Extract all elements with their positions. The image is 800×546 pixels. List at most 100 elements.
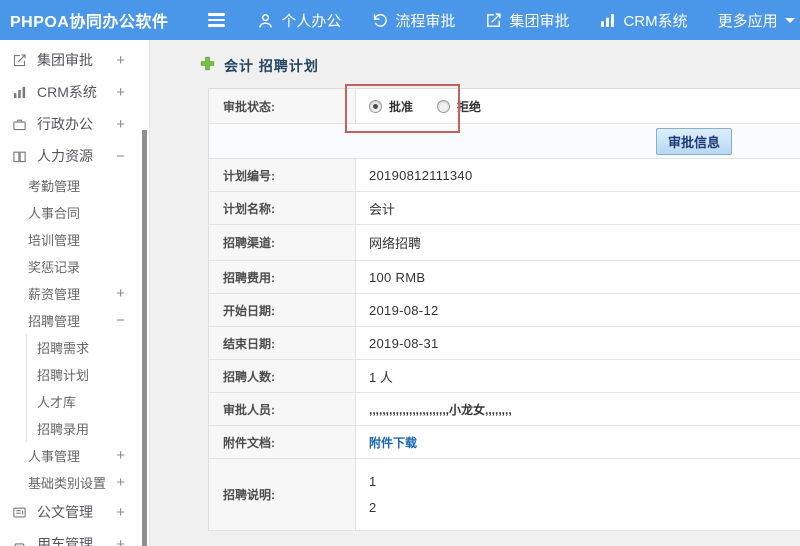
top-bar: PHPOA协同办公软件 个人办公 流程审批 集团审批 CRM系统 更多应用 <box>0 0 800 40</box>
field-value: 100 RMB <box>369 269 426 285</box>
expand-toggle[interactable]: + <box>116 53 125 68</box>
document-icon <box>12 505 28 520</box>
sidebar-item-hr-contract[interactable]: 人事合同 <box>0 199 149 226</box>
form-row-start-date: 开始日期: 2019-08-12 <box>209 294 800 327</box>
sidebar-item-label: 公文管理 <box>37 504 93 520</box>
expand-toggle[interactable]: + <box>116 475 125 490</box>
radio-approve-icon[interactable] <box>369 99 382 113</box>
form-row-end-date: 结束日期: 2019-08-31 <box>209 327 800 360</box>
collapse-toggle[interactable]: − <box>116 313 125 328</box>
sidebar-item-crm[interactable]: CRM系统 + <box>0 76 149 108</box>
radio-reject-icon[interactable] <box>437 99 451 113</box>
field-label: 计划名称: <box>209 192 356 224</box>
form-row-headcount: 招聘人数: 1 人 <box>209 360 800 393</box>
nav-label: 个人办公 <box>281 12 342 30</box>
edit-icon <box>12 53 28 68</box>
sidebar-item-label: 奖惩记录 <box>28 260 81 275</box>
nav-group-approval[interactable]: 集团审批 <box>485 10 569 31</box>
sidebar-item-hr[interactable]: 人力资源 − <box>0 140 149 172</box>
sidebar-item-label: CRM系统 <box>37 84 97 100</box>
field-value: 网络招聘 <box>369 236 422 251</box>
form-row-description: 招聘说明: 1 2 <box>209 459 800 531</box>
sidebar-item-recruit-demand[interactable]: 招聘需求 <box>27 334 149 361</box>
expand-toggle[interactable]: + <box>116 85 125 100</box>
approval-info-button[interactable]: 审批信息 <box>655 127 732 155</box>
app-window: PHPOA协同办公软件 个人办公 流程审批 集团审批 CRM系统 更多应用 集团… <box>0 0 800 546</box>
form-row-cost: 招聘费用: 100 RMB <box>209 261 800 294</box>
hamburger-menu-icon[interactable] <box>208 13 226 27</box>
collapse-toggle[interactable]: − <box>116 149 125 164</box>
top-nav: 个人办公 流程审批 集团审批 CRM系统 更多应用 <box>257 10 795 31</box>
form-row-plan-name: 计划名称: 会计 <box>209 192 800 225</box>
page-title-row: 会计 招聘计划 <box>200 55 800 77</box>
sidebar-item-label: 集团审批 <box>37 52 93 68</box>
sidebar-item-recruit-hire[interactable]: 招聘录用 <box>27 415 149 442</box>
sidebar-item-recruitment[interactable]: 招聘管理 − <box>0 307 149 334</box>
nav-process-approval[interactable]: 流程审批 <box>371 10 455 31</box>
attachment-download-link[interactable]: 附件下载 <box>369 434 417 451</box>
sidebar-item-vehicle[interactable]: 用车管理 + <box>0 528 149 546</box>
sidebar-item-salary[interactable]: 薪资管理 + <box>0 280 149 307</box>
person-icon <box>257 12 274 29</box>
sidebar-item-label: 人力资源 <box>37 148 93 164</box>
sidebar-item-training[interactable]: 培训管理 <box>0 226 149 253</box>
form-row-actions: 审批信息 <box>209 124 800 159</box>
history-icon <box>371 12 388 29</box>
nav-crm-system[interactable]: CRM系统 <box>599 10 688 31</box>
form-row-channel: 招聘渠道: 网络招聘 <box>209 225 800 261</box>
sidebar-item-personnel[interactable]: 人事管理 + <box>0 442 149 469</box>
sidebar-item-group-approval[interactable]: 集团审批 + <box>0 44 149 76</box>
briefcase-icon <box>12 117 28 132</box>
sidebar-item-label: 用车管理 <box>37 536 93 546</box>
nav-label: 流程审批 <box>395 12 456 30</box>
sidebar-item-rewards[interactable]: 奖惩记录 <box>0 253 149 280</box>
sidebar-item-talent-pool[interactable]: 人才库 <box>27 388 149 415</box>
sidebar-item-recruit-plan[interactable]: 招聘计划 <box>27 361 149 388</box>
plus-icon <box>200 56 215 76</box>
main-content: 会计 招聘计划 审批状态: 批准 拒绝 审批信息 计划编号: 201908121… <box>150 40 800 546</box>
radio-approve[interactable]: 批准 <box>369 98 413 115</box>
field-label: 附件文档: <box>209 426 356 458</box>
sidebar-item-documents[interactable]: 公文管理 + <box>0 496 149 528</box>
sidebar-item-base-category[interactable]: 基础类别设置 + <box>0 469 149 496</box>
edit-icon <box>485 12 502 29</box>
sidebar-item-label: 行政办公 <box>37 116 93 132</box>
form-row-plan-number: 计划编号: 20190812111340 <box>209 159 800 192</box>
field-value: 2019-08-31 <box>369 335 439 351</box>
nav-label: 集团审批 <box>509 12 570 30</box>
nav-personal-office[interactable]: 个人办公 <box>257 10 341 31</box>
nav-label: 更多应用 <box>717 12 778 30</box>
field-label: 审批人员: <box>209 393 356 425</box>
expand-toggle[interactable]: + <box>116 286 125 301</box>
field-label: 招聘渠道: <box>209 225 356 260</box>
field-value: 会计 <box>369 201 396 217</box>
nav-label: CRM系统 <box>623 12 688 30</box>
sidebar-item-attendance[interactable]: 考勤管理 <box>0 172 149 199</box>
caret-down-icon <box>784 17 795 23</box>
field-label: 计划编号: <box>209 159 356 191</box>
expand-toggle[interactable]: + <box>116 448 125 463</box>
description-line: 2 <box>369 500 377 515</box>
expand-toggle[interactable]: + <box>116 117 125 132</box>
field-label: 招聘费用: <box>209 261 356 293</box>
sidebar-item-admin-office[interactable]: 行政办公 + <box>0 108 149 140</box>
sidebar-item-label: 人事合同 <box>28 206 81 221</box>
app-logo: PHPOA协同办公软件 <box>10 14 169 31</box>
sidebar-item-label: 基础类别设置 <box>28 476 107 491</box>
sidebar-item-label: 人事管理 <box>28 449 81 464</box>
expand-toggle[interactable]: + <box>116 505 125 520</box>
radio-reject[interactable]: 拒绝 <box>437 98 481 115</box>
expand-toggle[interactable]: + <box>116 537 125 546</box>
sidebar-item-label: 人才库 <box>37 395 77 410</box>
book-icon <box>12 149 28 164</box>
nav-more-apps[interactable]: 更多应用 <box>718 10 795 31</box>
sidebar-item-label: 考勤管理 <box>28 179 81 194</box>
recruitment-submenu: 招聘需求 招聘计划 人才库 招聘录用 <box>26 334 149 442</box>
field-label: 招聘人数: <box>209 360 356 392</box>
field-value: 20190812111340 <box>369 167 473 183</box>
sidebar-item-label: 培训管理 <box>28 233 81 248</box>
field-value: 2019-08-12 <box>369 302 439 318</box>
sidebar-item-label: 招聘录用 <box>37 422 90 437</box>
sidebar-scrollbar[interactable] <box>142 130 147 546</box>
field-label: 开始日期: <box>209 294 356 326</box>
